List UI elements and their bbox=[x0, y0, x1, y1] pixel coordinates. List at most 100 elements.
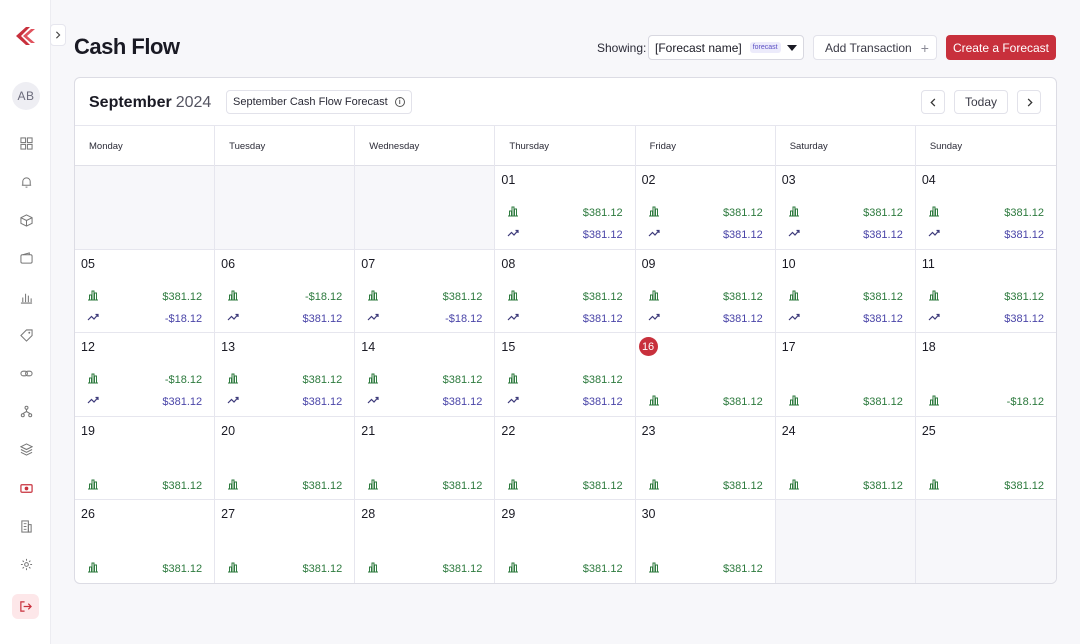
cash-icon[interactable] bbox=[17, 479, 35, 497]
network-icon[interactable] bbox=[17, 402, 35, 420]
layers-icon[interactable] bbox=[17, 440, 35, 458]
bell-icon[interactable] bbox=[17, 173, 35, 191]
calendar-week-row: 05 $381.12 -$18.12 06 -$18.12 $381.12 07 $381.1… bbox=[75, 249, 1056, 334]
tag-icon[interactable] bbox=[17, 326, 35, 344]
day-number: 04 bbox=[921, 173, 936, 187]
forecast-trend-value: $381.12 bbox=[722, 312, 763, 325]
logout-button[interactable] bbox=[12, 594, 39, 619]
avatar[interactable]: AB bbox=[12, 82, 40, 110]
building-icon[interactable] bbox=[17, 517, 35, 535]
cash-balance-value: $381.12 bbox=[722, 563, 763, 576]
day-cell-04[interactable]: 04 $381.12 $381.12 bbox=[916, 166, 1056, 249]
cash-balance-row: -$18.12 bbox=[87, 373, 202, 387]
prev-month-button[interactable] bbox=[921, 90, 945, 114]
info-icon[interactable]: i bbox=[394, 97, 405, 107]
forecast-trend-row: $381.12 bbox=[928, 228, 1044, 242]
wallet-icon[interactable] bbox=[17, 249, 35, 267]
day-cell-25[interactable]: 25 $381.12 bbox=[916, 417, 1056, 500]
day-cell-15[interactable]: 15 $381.12 $381.12 bbox=[495, 333, 636, 416]
day-cell-03[interactable]: 03 $381.12 $381.12 bbox=[776, 166, 916, 249]
calendar: September 2024 September Cash Flow Foreca… bbox=[74, 77, 1057, 584]
day-cell-20[interactable]: 20 $381.12 bbox=[215, 416, 356, 500]
chart-icon[interactable] bbox=[17, 288, 35, 306]
forecast-trend-row: $381.12 bbox=[928, 312, 1044, 326]
day-cell-29[interactable]: 29 $381.12 bbox=[495, 500, 636, 583]
day-cell-22[interactable]: 22 $381.12 bbox=[495, 416, 636, 500]
weekday-tuesday: Tuesday bbox=[215, 126, 356, 166]
day-cell-06[interactable]: 06 -$18.12 $381.12 bbox=[215, 249, 356, 333]
cash-balance-row: $381.12 bbox=[928, 479, 1044, 493]
day-number: 26 bbox=[81, 507, 95, 522]
bar-chart-icon bbox=[648, 288, 660, 306]
day-number: 15 bbox=[501, 340, 516, 355]
day-number: 14 bbox=[361, 340, 376, 355]
day-cell-11[interactable]: 11 $381.12 $381.12 bbox=[916, 250, 1056, 333]
day-cell-07[interactable]: 07 $381.12 -$18.12 bbox=[355, 249, 496, 333]
day-number: 05 bbox=[81, 256, 95, 271]
forecast-trend-row: $381.12 bbox=[788, 312, 903, 326]
app-logo-icon[interactable] bbox=[13, 24, 37, 48]
trend-line-icon bbox=[227, 310, 239, 328]
next-month-button[interactable] bbox=[1017, 90, 1041, 114]
forecast-trend-value: $381.12 bbox=[863, 312, 903, 325]
day-cell-01[interactable]: 01 $381.12 $381.12 bbox=[495, 166, 636, 249]
bar-chart-icon bbox=[227, 371, 239, 389]
add-transaction-button[interactable]: Add Transaction + bbox=[813, 35, 937, 60]
day-cell-30[interactable]: 30 $381.12 bbox=[636, 500, 776, 583]
day-cell-24[interactable]: 24 $381.12 bbox=[776, 416, 916, 500]
day-cell-18[interactable]: 18 -$18.12 bbox=[916, 333, 1056, 416]
cash-balance-row: $381.12 bbox=[227, 479, 342, 493]
day-cell-10[interactable]: 10 $381.12 $381.12 bbox=[776, 249, 916, 333]
forecast-trend-row: $381.12 bbox=[788, 228, 903, 242]
day-cell-12[interactable]: 12 -$18.12 $381.12 bbox=[75, 333, 216, 416]
cash-balance-row: $381.12 bbox=[788, 479, 903, 493]
box-icon[interactable] bbox=[17, 211, 35, 229]
cash-balance-row: $381.12 bbox=[87, 290, 202, 304]
day-cell-02[interactable]: 02 $381.12 $381.12 bbox=[636, 166, 776, 249]
grid-icon[interactable] bbox=[17, 134, 35, 152]
forecast-trend-row: $381.12 bbox=[648, 312, 763, 326]
day-number: 22 bbox=[501, 423, 516, 438]
bar-chart-icon bbox=[367, 371, 379, 389]
day-cell-21[interactable]: 21 $381.12 bbox=[355, 416, 496, 500]
day-number: 02 bbox=[641, 173, 656, 187]
trend-line-icon bbox=[928, 310, 940, 328]
cash-balance-value: $381.12 bbox=[722, 479, 763, 492]
day-cell-23[interactable]: 23 $381.12 bbox=[636, 416, 776, 500]
day-cell-08[interactable]: 08 $381.12 $381.12 bbox=[495, 249, 636, 333]
create-forecast-button[interactable]: Create a Forecast bbox=[946, 35, 1056, 60]
day-cell-09[interactable]: 09 $381.12 $381.12 bbox=[636, 249, 776, 333]
day-cell-19[interactable]: 19 $381.12 bbox=[75, 416, 216, 500]
sidebar-toggle-button[interactable] bbox=[50, 24, 66, 46]
day-cell-16[interactable]: 16 $381.12 bbox=[636, 333, 776, 416]
today-button[interactable]: Today bbox=[954, 90, 1008, 114]
forecast-trend-value: -$18.12 bbox=[445, 312, 483, 325]
caret-down-icon bbox=[787, 44, 797, 51]
cash-balance-value: -$18.12 bbox=[1006, 396, 1044, 409]
day-cell-05[interactable]: 05 $381.12 -$18.12 bbox=[75, 249, 216, 333]
forecast-title-chip[interactable]: September Cash Flow Forecast i bbox=[226, 90, 412, 114]
day-cell-26[interactable]: 26 $381.12 bbox=[75, 500, 216, 583]
day-cell-17[interactable]: 17 $381.12 bbox=[776, 333, 916, 416]
year-label: 2024 bbox=[175, 94, 212, 111]
bar-chart-icon bbox=[648, 393, 660, 411]
trend-line-icon bbox=[227, 393, 239, 411]
forecast-trend-value: $381.12 bbox=[722, 229, 763, 241]
day-number: 23 bbox=[641, 423, 656, 438]
day-number: 09 bbox=[641, 256, 656, 271]
day-number: 07 bbox=[361, 256, 376, 271]
day-cell-14[interactable]: 14 $381.12 $381.12 bbox=[355, 333, 496, 416]
day-cell-27[interactable]: 27 $381.12 bbox=[215, 500, 356, 583]
trend-line-icon bbox=[788, 226, 800, 244]
empty-day-cell bbox=[775, 500, 916, 583]
chevron-left-icon bbox=[929, 97, 935, 107]
cash-balance-row: $381.12 bbox=[367, 562, 482, 576]
day-cell-28[interactable]: 28 $381.12 bbox=[355, 500, 496, 583]
gear-icon[interactable] bbox=[17, 555, 35, 573]
calendar-week-row: 12 -$18.12 $381.12 13 $381.12 $381.12 14 $381.1… bbox=[75, 333, 1056, 417]
cash-balance-row: $381.12 bbox=[928, 290, 1044, 304]
forecast-select[interactable]: [Forecast name] forecast bbox=[648, 35, 804, 60]
link-icon[interactable] bbox=[17, 364, 35, 382]
day-cell-13[interactable]: 13 $381.12 $381.12 bbox=[215, 333, 356, 416]
bar-chart-icon bbox=[87, 560, 99, 578]
